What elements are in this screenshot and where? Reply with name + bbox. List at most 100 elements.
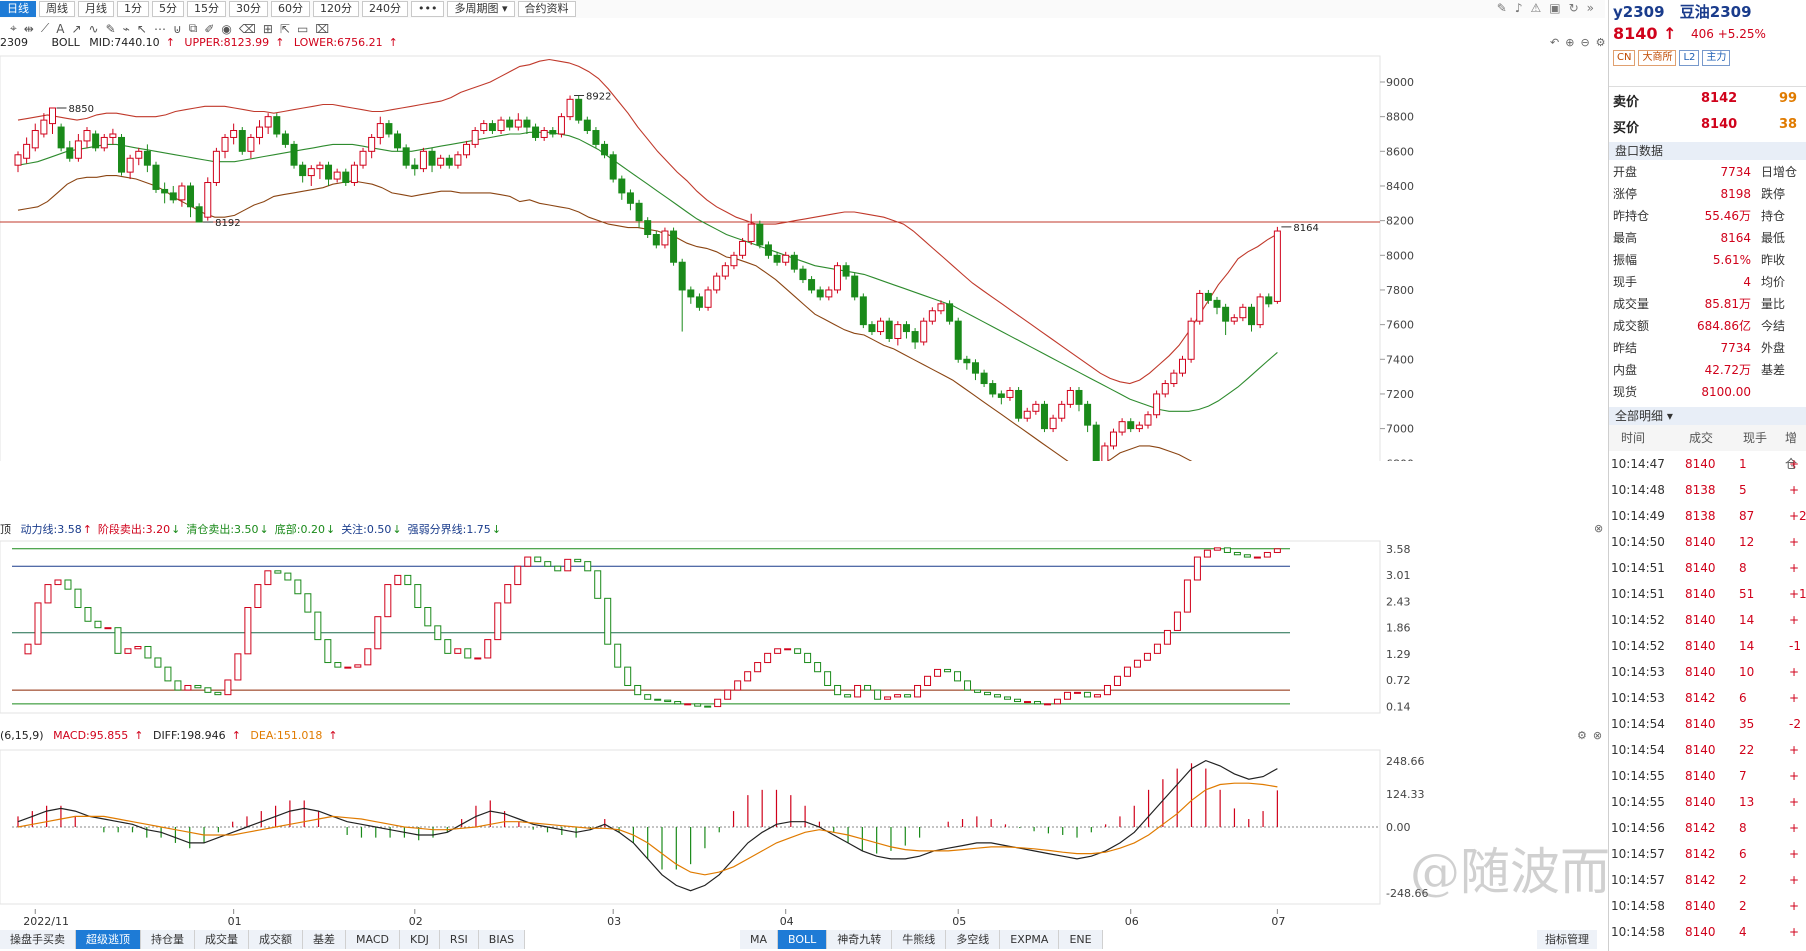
indicator-tab[interactable]: 基差: [303, 930, 346, 949]
tick-c: -1: [1789, 639, 1801, 653]
boll-candlestick-chart[interactable]: 6800 7000 7200 7400 7600 7800 8000 8200 8400 8600…: [0, 51, 1605, 461]
overlay-tab[interactable]: MA: [740, 930, 779, 949]
candle-body: [963, 358, 971, 364]
candle-body: [135, 150, 143, 159]
price-annotation: 8850: [69, 104, 94, 115]
period-button[interactable]: 周线: [39, 1, 75, 17]
tick-v: 12: [1739, 535, 1755, 549]
indicator-tab[interactable]: MACD: [346, 930, 400, 949]
book-section-title[interactable]: 盘口数据: [1609, 142, 1806, 160]
indicator-tab[interactable]: RSI: [439, 930, 479, 949]
pencil-icon[interactable]: ✎: [106, 22, 116, 36]
period-button[interactable]: 120分: [313, 1, 359, 17]
tick-c: +2: [1789, 509, 1806, 523]
period-button[interactable]: 1分: [117, 1, 149, 17]
tick-t: 10:14:47: [1611, 457, 1665, 471]
eye-icon[interactable]: ◉: [221, 22, 231, 36]
close-icon[interactable]: ⊗: [1593, 729, 1602, 742]
indicator-step: [974, 689, 982, 693]
indicator-step: [1163, 629, 1171, 645]
indicator-step: [34, 602, 42, 645]
period-button[interactable]: •••: [411, 1, 445, 17]
indicator-step: [224, 679, 232, 696]
period-button[interactable]: 5分: [152, 1, 184, 17]
period-button[interactable]: 合约资料: [517, 1, 576, 17]
indicator-tab[interactable]: 成交量: [195, 930, 249, 949]
zoom-out-icon[interactable]: ⊖: [1580, 36, 1589, 49]
tick-c: +: [1789, 925, 1800, 939]
indicator-manage-button[interactable]: 指标管理: [1537, 930, 1597, 949]
period-button[interactable]: 60分: [271, 1, 310, 17]
trendline-icon[interactable]: ⟋: [41, 21, 49, 36]
candle-body: [1256, 296, 1264, 326]
indicator-step: [1043, 703, 1051, 706]
settings-icon[interactable]: ⚙: [1596, 36, 1606, 49]
escape-top-indicator-chart[interactable]: 0.14 0.72 1.29 1.86 2.43 3.01 3.58: [0, 537, 1605, 717]
bell-icon[interactable]: ♪: [1515, 1, 1523, 15]
y-tick-label: 7600: [1386, 319, 1414, 332]
refresh-icon[interactable]: ↻: [1569, 1, 1579, 15]
indicator-tab[interactable]: 持仓量: [141, 930, 195, 949]
book-value: 4: [1743, 275, 1751, 289]
comment-icon[interactable]: ▭: [297, 22, 308, 36]
undo-icon[interactable]: ↶: [1550, 36, 1559, 49]
grid-icon[interactable]: ⊞: [263, 22, 273, 36]
overlay-tab[interactable]: 多空线: [946, 930, 1001, 949]
cursor-icon[interactable]: ⌖: [10, 21, 17, 36]
period-button[interactable]: 15分: [187, 1, 226, 17]
tick-c: +: [1789, 613, 1800, 627]
book-value: 8164: [1720, 231, 1751, 245]
period-button[interactable]: 多周期图 ▾: [447, 1, 515, 17]
trash-icon[interactable]: ⌫: [239, 22, 256, 36]
arrow-icon[interactable]: ↗: [71, 22, 81, 36]
ticks-section-title[interactable]: 全部明细 ▾: [1609, 407, 1806, 425]
candle-body: [281, 133, 289, 145]
snapshot-icon[interactable]: ▣: [1549, 1, 1560, 15]
indicator-tab[interactable]: 操盘手买卖: [0, 930, 76, 949]
zigzag-icon[interactable]: ⌁: [123, 22, 130, 36]
close-icon[interactable]: ⊗: [1594, 522, 1603, 535]
period-button[interactable]: 240分: [362, 1, 408, 17]
copy-icon[interactable]: ⧉: [189, 21, 198, 36]
export-icon[interactable]: ⇱: [280, 22, 290, 36]
candle-body: [825, 289, 833, 298]
macd-panel-icons: ⚙ ⊗: [1577, 729, 1602, 742]
indicator-step: [1173, 611, 1181, 631]
indicator-tab[interactable]: 超级逃顶: [76, 930, 141, 949]
period-button[interactable]: 30分: [229, 1, 268, 17]
indicator-step: [244, 607, 252, 655]
indicator-step: [1213, 547, 1221, 551]
price-annotation: 8192: [215, 218, 240, 229]
overlay-tab[interactable]: 神奇九转: [827, 930, 893, 949]
alert-icon[interactable]: ⚠: [1530, 1, 1541, 15]
collapse-icon[interactable]: »: [1587, 1, 1594, 15]
text-tool-icon[interactable]: A: [56, 22, 64, 36]
magnet-icon[interactable]: ⊍: [173, 22, 182, 36]
edit-icon[interactable]: ✐: [204, 22, 214, 36]
overlay-tab[interactable]: EXPMA: [1000, 930, 1060, 949]
period-button[interactable]: 日线: [0, 1, 36, 17]
tick-t: 10:14:58: [1611, 925, 1665, 939]
eraser-icon[interactable]: ⌧: [315, 22, 329, 36]
macd-chart[interactable]: -248.660.00124.33248.66: [0, 744, 1605, 909]
overlay-tab[interactable]: ENE: [1059, 930, 1103, 949]
y-tick-label: 0.00: [1386, 821, 1411, 834]
zoom-in-icon[interactable]: ⊕: [1565, 36, 1574, 49]
range-icon[interactable]: ⇹: [24, 22, 34, 36]
indicator-step: [1253, 556, 1261, 559]
settings-icon[interactable]: ⚙: [1577, 729, 1587, 742]
candle-body: [1049, 417, 1057, 430]
candle-body: [506, 119, 514, 128]
overlay-tab[interactable]: BOLL: [778, 930, 828, 949]
indicator-tab[interactable]: BIAS: [478, 930, 526, 949]
wave-icon[interactable]: ∿: [89, 22, 99, 36]
candle-body: [238, 130, 246, 152]
period-button[interactable]: 月线: [78, 1, 114, 17]
more-icon[interactable]: ⋯: [154, 22, 166, 36]
book-label: 现货: [1613, 385, 1638, 399]
indicator-tab[interactable]: 成交额: [249, 930, 303, 949]
overlay-tab[interactable]: 牛熊线: [892, 930, 947, 949]
draw-icon[interactable]: ✎: [1497, 1, 1507, 15]
cursor-alt-icon[interactable]: ↖: [137, 22, 147, 36]
indicator-tab[interactable]: KDJ: [399, 930, 440, 949]
